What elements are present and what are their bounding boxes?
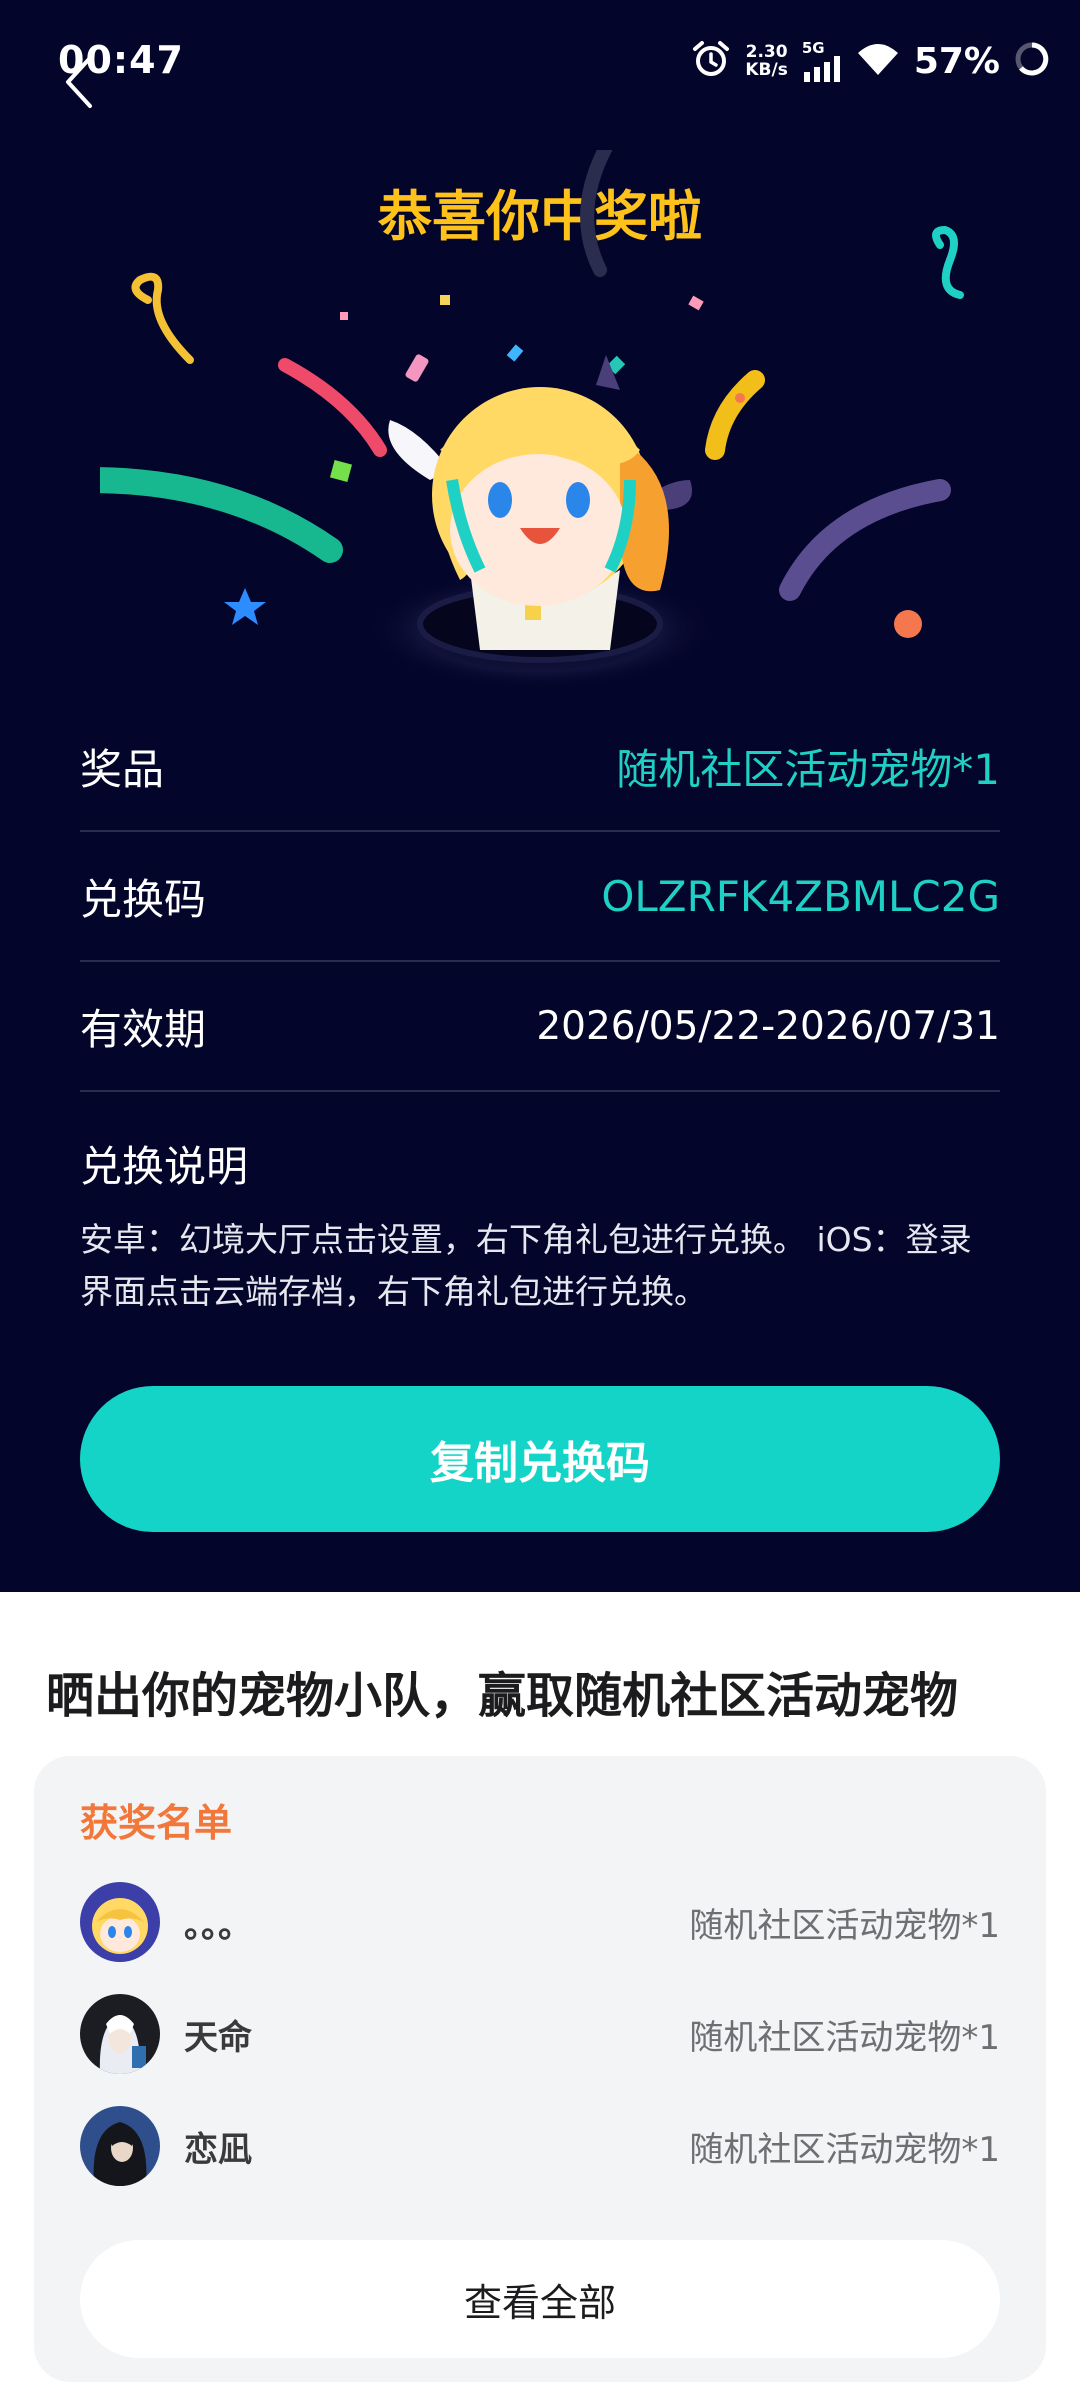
winner-name: 。。。 bbox=[184, 1905, 252, 1946]
winner-name: 恋凪 bbox=[184, 2129, 252, 2170]
status-bar: 00:47 2.30 KB/s 5G 57% bbox=[0, 0, 1080, 120]
status-icons: 2.30 KB/s 5G 57% bbox=[691, 36, 1050, 86]
avatar bbox=[80, 1994, 160, 2074]
winner-prize: 随机社区活动宠物*1 bbox=[689, 2129, 1000, 2170]
winner-name: 天命 bbox=[184, 2017, 252, 2058]
winner-row[interactable]: 天命 随机社区活动宠物*1 bbox=[80, 1994, 1000, 2074]
battery-level: 57% bbox=[913, 40, 1000, 82]
avatar bbox=[80, 2106, 160, 2186]
redeem-code-value[interactable]: OLZRFK4ZBMLC2G bbox=[601, 872, 1000, 921]
winner-prize: 随机社区活动宠物*1 bbox=[689, 1905, 1000, 1946]
prize-row: 奖品 随机社区活动宠物*1 bbox=[80, 702, 1000, 832]
winner-row[interactable]: 。。。 随机社区活动宠物*1 bbox=[80, 1882, 1000, 1962]
prize-value: 随机社区活动宠物*1 bbox=[616, 744, 1000, 794]
avatar bbox=[80, 1882, 160, 1962]
validity-value: 2026/05/22-2026/07/31 bbox=[536, 1003, 1000, 1049]
validity-row: 有效期 2026/05/22-2026/07/31 bbox=[80, 962, 1000, 1092]
celebration-illustration bbox=[100, 150, 964, 690]
code-row: 兑换码 OLZRFK4ZBMLC2G bbox=[80, 832, 1000, 962]
prize-panel: 00:47 2.30 KB/s 5G 57% 恭喜你中奖啦 奖品 随机社区活动宠… bbox=[0, 0, 1080, 1592]
network-speed: 2.30 KB/s bbox=[745, 43, 787, 79]
network-type: 5G bbox=[801, 38, 825, 57]
promo-section: 晒出你的宠物小队，赢取随机社区活动宠物 获奖名单 。。。 随机社区活动宠物*1 bbox=[0, 1592, 1080, 2400]
battery-ring-icon bbox=[1014, 41, 1050, 81]
winner-prize: 随机社区活动宠物*1 bbox=[689, 2017, 1000, 2058]
prize-label: 奖品 bbox=[80, 744, 165, 794]
winners-card: 获奖名单 。。。 随机社区活动宠物*1 天命 随机社区活动宠物*1 恋凪 随机社… bbox=[34, 1756, 1046, 2382]
network-speed-value: 2.30 bbox=[745, 42, 788, 62]
copy-code-button[interactable]: 复制兑换码 bbox=[80, 1386, 1000, 1532]
cellular-signal-icon: 5G bbox=[801, 38, 842, 82]
validity-label: 有效期 bbox=[80, 1004, 207, 1054]
wifi-icon bbox=[856, 41, 900, 81]
instructions-text: 安卓：幻境大厅点击设置，右下角礼包进行兑换。 iOS：登录界面点击云端存档，右下… bbox=[80, 1220, 972, 1311]
winner-row[interactable]: 恋凪 随机社区活动宠物*1 bbox=[80, 2106, 1000, 2186]
promo-headline: 晒出你的宠物小队，赢取随机社区活动宠物 bbox=[46, 1668, 959, 1724]
winners-title: 获奖名单 bbox=[80, 1801, 233, 1845]
instructions-title: 兑换说明 bbox=[80, 1142, 249, 1191]
code-label: 兑换码 bbox=[80, 874, 207, 924]
alarm-icon bbox=[691, 39, 731, 83]
back-arrow-icon[interactable] bbox=[60, 52, 104, 112]
network-speed-unit: KB/s bbox=[745, 60, 788, 80]
view-all-button[interactable]: 查看全部 bbox=[80, 2240, 1000, 2358]
